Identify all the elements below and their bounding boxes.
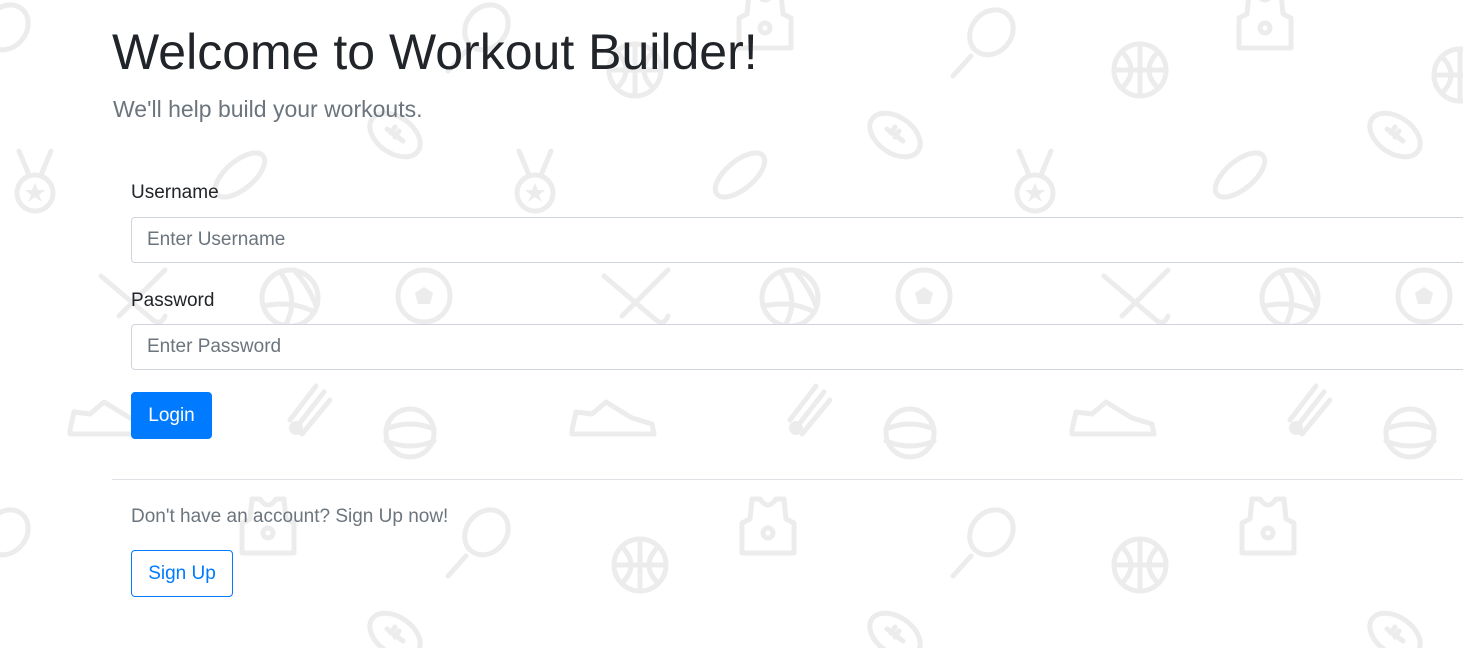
- username-input[interactable]: [131, 217, 1463, 263]
- signup-button[interactable]: Sign Up: [131, 550, 233, 597]
- signup-prompt: Don't have an account? Sign Up now!: [131, 506, 449, 527]
- page-title: Welcome to Workout Builder!: [112, 24, 758, 80]
- section-divider: [112, 479, 1463, 480]
- password-label: Password: [131, 290, 215, 311]
- page: Welcome to Workout Builder! We'll help b…: [0, 0, 1463, 648]
- main-content: Welcome to Workout Builder! We'll help b…: [0, 0, 1463, 648]
- username-label: Username: [131, 182, 219, 203]
- page-subtitle: We'll help build your workouts.: [113, 96, 423, 122]
- password-input[interactable]: [131, 324, 1463, 370]
- login-button[interactable]: Login: [131, 392, 212, 439]
